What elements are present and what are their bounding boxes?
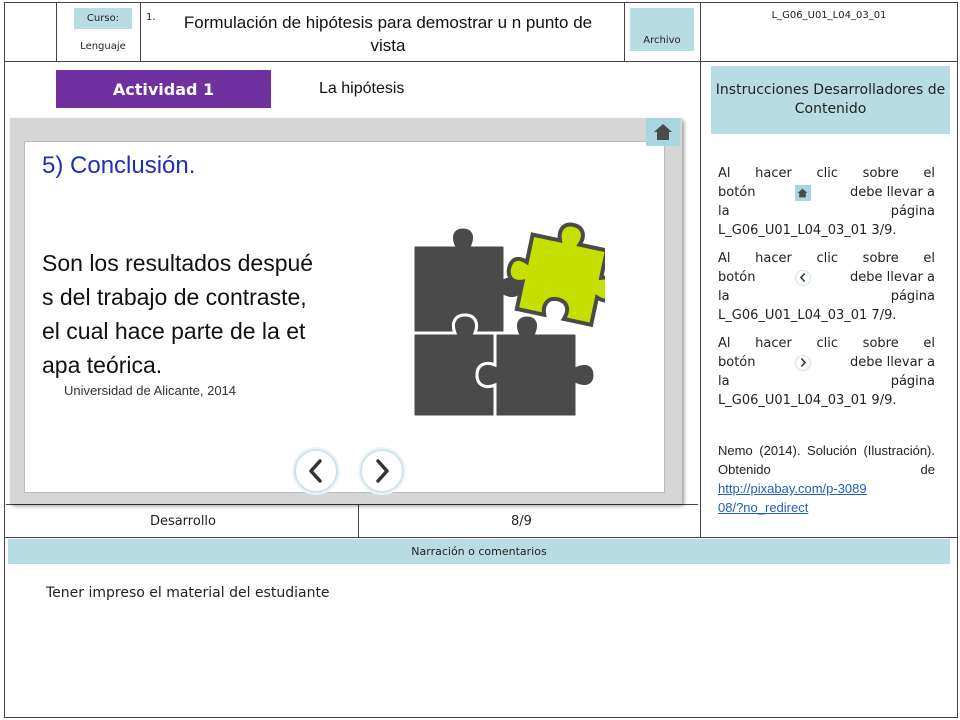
- section-label: Desarrollo: [149, 513, 216, 529]
- page-counter: 8/9: [511, 513, 532, 529]
- curso-label: Curso:: [74, 8, 132, 29]
- curso-value: 1.: [146, 12, 156, 23]
- border-right: [957, 2, 958, 718]
- instruction-target: L_G06_U01_L04_03_01 9/9.: [718, 393, 897, 408]
- slide-body-line: apa teórica.: [42, 352, 163, 378]
- puzzle-illustration: [411, 222, 605, 419]
- activity-badge: Actividad 1: [56, 70, 271, 108]
- word: Al: [718, 251, 731, 266]
- instruction-target: L_G06_U01_L04_03_01 7/9.: [718, 308, 897, 323]
- word: hacer: [755, 251, 792, 266]
- narration-header: Narración o comentarios: [8, 539, 950, 564]
- image-credit: Nemo (2014). Solución (Ilustración). Obt…: [718, 441, 935, 517]
- word: la: [718, 374, 730, 389]
- credit-link[interactable]: http://pixabay.com/p-308908/?no_redirect: [718, 479, 868, 517]
- slide-heading: 5) Conclusión.: [42, 152, 196, 179]
- slide-body-line: Son los resultados despué: [42, 250, 314, 276]
- border-top: [4, 2, 958, 3]
- next-button[interactable]: [360, 449, 404, 493]
- slide-citation: Universidad de Alicante, 2014: [64, 383, 237, 398]
- slide-body-line: s del trabajo de contraste,: [42, 284, 307, 310]
- word: debe llevar a: [850, 270, 935, 285]
- slide-body: Son los resultados despué s del trabajo …: [42, 246, 372, 382]
- home-button[interactable]: [646, 118, 680, 146]
- narration-text: Tener impreso el material del estudiante: [46, 585, 330, 601]
- word: el: [923, 166, 935, 181]
- page-title: Formulación de hipótesis para demostrar …: [183, 13, 593, 55]
- file-code: L_G06_U01_L04_03_01: [771, 10, 887, 21]
- word: sobre: [862, 166, 899, 181]
- instruction-item-next: Al hacer clic sobre el botón debe llevar a l…: [718, 334, 935, 410]
- word: Al: [718, 336, 731, 351]
- prev-button[interactable]: [294, 449, 338, 493]
- archivo-label: Archivo: [630, 8, 694, 51]
- home-icon: [794, 184, 811, 201]
- word: sobre: [862, 336, 899, 351]
- word: botón: [718, 355, 756, 370]
- word: la: [718, 289, 730, 304]
- border-header-bottom: [4, 61, 958, 62]
- instruction-item-home: Al hacer clic sobre el botón debe llevar a l…: [718, 164, 935, 240]
- word: página: [890, 374, 935, 389]
- chevron-left-icon: [794, 269, 811, 286]
- word: el: [923, 251, 935, 266]
- word: debe llevar a: [850, 185, 935, 200]
- border-left: [4, 2, 5, 718]
- word: hacer: [755, 166, 792, 181]
- chevron-right-icon: [794, 354, 811, 371]
- instructions-header: Instrucciones Desarrolladores de Conteni…: [711, 66, 950, 134]
- border-bottom: [4, 717, 958, 718]
- word: Al: [718, 166, 731, 181]
- border-col1: [56, 2, 57, 61]
- word: hacer: [755, 336, 792, 351]
- word: clic: [816, 251, 839, 266]
- word: el: [923, 336, 935, 351]
- word: sobre: [862, 251, 899, 266]
- chevron-left-icon: [309, 459, 322, 483]
- word: clic: [816, 166, 839, 181]
- word: página: [890, 204, 935, 219]
- border-col2: [140, 2, 141, 61]
- instruction-target: L_G06_U01_L04_03_01 3/9.: [718, 223, 897, 238]
- word: botón: [718, 270, 756, 285]
- border-footer-top: [4, 537, 958, 538]
- word: botón: [718, 185, 756, 200]
- instruction-item-prev: Al hacer clic sobre el botón debe llevar a l…: [718, 249, 935, 325]
- word: la: [718, 204, 730, 219]
- word: página: [890, 289, 935, 304]
- credit-text: Nemo (2014). Solución (Ilustración). Obt…: [718, 443, 935, 477]
- home-icon: [654, 124, 672, 140]
- word: debe llevar a: [850, 355, 935, 370]
- border-col3: [624, 2, 625, 61]
- word: clic: [816, 336, 839, 351]
- chevron-right-icon: [376, 459, 389, 483]
- border-col-right: [700, 2, 701, 538]
- lenguaje-label: Lenguaje: [80, 41, 126, 52]
- slide-body-line: el cual hace parte de la et: [42, 318, 306, 344]
- activity-subtitle: La hipótesis: [319, 80, 405, 97]
